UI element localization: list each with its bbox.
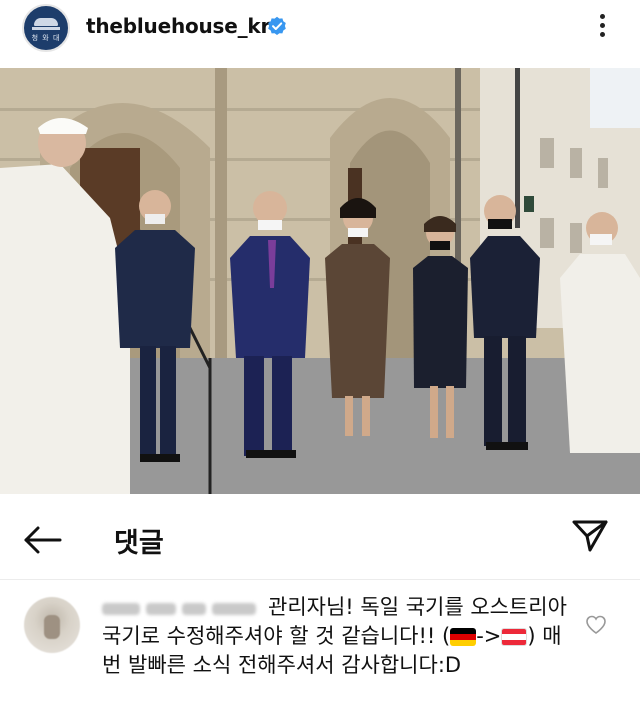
arrow-left-icon [24,526,62,554]
comments-title: 댓글 [114,528,164,559]
more-options-button[interactable] [592,10,612,46]
logo-base [32,27,60,30]
post-photo[interactable] [0,68,640,494]
avatar-logo-text: 청 와 대 [31,34,61,42]
blue-house-logo-icon [34,18,58,26]
comment-text: 관리자님! 독일 국기를 오스트리아 국기로 수정해주셔야 할 것 같습니다!!… [102,593,572,680]
profile-avatar[interactable]: 청 와 대 [22,4,70,52]
comment-arrow: -> [476,624,502,648]
avatar-blurred-face [44,615,60,639]
back-button[interactable] [20,522,64,558]
send-button[interactable] [570,516,610,556]
comments-header: 댓글 [0,500,640,580]
more-vertical-icon [599,14,605,19]
verified-badge-icon [268,16,286,35]
more-dot [599,23,605,28]
heart-outline-icon [586,615,606,634]
post-header: 청 와 대 thebluehouse_kr [0,0,640,62]
austria-flag-icon [501,628,528,646]
more-dot [599,32,605,37]
photo-illustration [0,68,640,494]
post-username[interactable]: thebluehouse_kr [86,14,270,38]
comment-item: 관리자님! 독일 국기를 오스트리아 국기로 수정해주셔야 할 것 같습니다!!… [0,585,640,715]
germany-flag-icon [450,628,477,646]
like-comment-button[interactable] [585,615,607,635]
commenter-avatar[interactable] [24,597,80,653]
send-icon [572,520,608,552]
